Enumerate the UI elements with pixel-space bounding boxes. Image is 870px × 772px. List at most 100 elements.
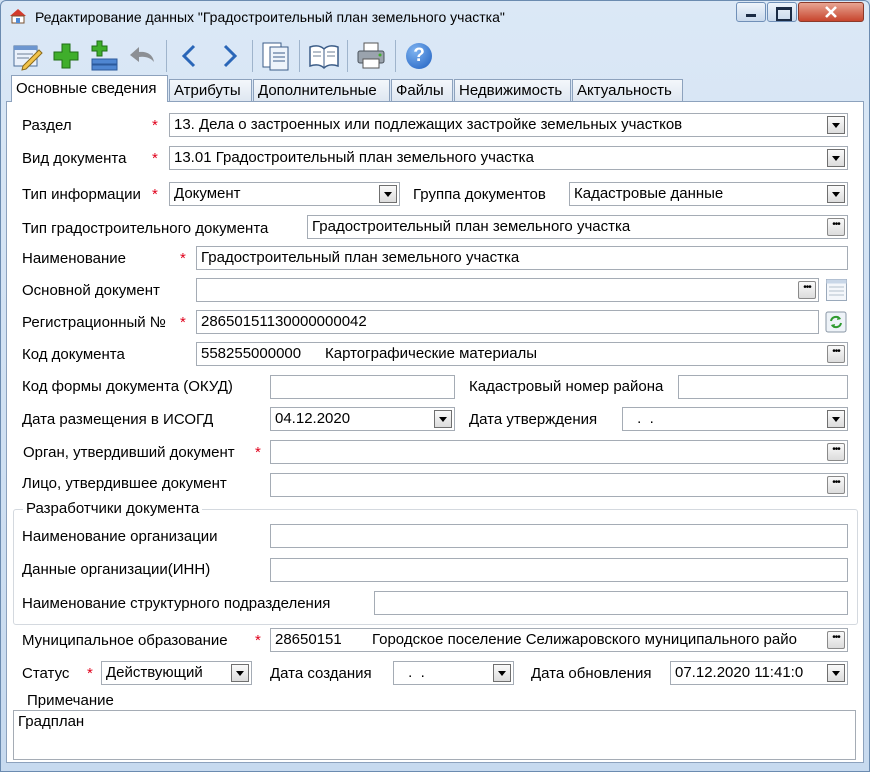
chevron-down-icon[interactable] — [827, 149, 845, 167]
chevron-down-icon[interactable] — [827, 116, 845, 134]
name-value: Градостроительный план земельного участк… — [201, 249, 520, 266]
main-doc-label: Основной документ — [22, 282, 160, 299]
doc-kind-select[interactable]: 13.01 Градостроительный план земельного … — [169, 146, 848, 170]
info-type-value: Документ — [174, 185, 241, 202]
tab-label: Основные сведения — [16, 80, 157, 97]
reg-number-value: 28650151130000000042 — [201, 313, 367, 330]
created-date-value: . . — [404, 664, 425, 681]
main-doc-field[interactable]: ••• — [196, 278, 819, 302]
minimize-button[interactable] — [736, 2, 766, 22]
forward-arrow-icon[interactable] — [213, 40, 245, 72]
info-type-select[interactable]: Документ — [169, 182, 400, 206]
name-label: Наименование — [22, 250, 126, 267]
doc-code-field[interactable]: 558255000000 Картографические материалы … — [196, 342, 848, 366]
updated-date-picker[interactable]: 07.12.2020 11:41:0 — [670, 661, 848, 685]
developers-group-title: Разработчики документа — [23, 500, 203, 517]
editor-window: Редактирование данных "Градостроительный… — [0, 0, 870, 772]
section-select[interactable]: 13. Дела о застроенных или подлежащих за… — [169, 113, 848, 137]
updated-date-value: 07.12.2020 11:41:0 — [675, 664, 804, 681]
tab-attributes[interactable]: Атрибуты — [169, 79, 252, 101]
undo-icon[interactable] — [127, 40, 159, 72]
edit-icon[interactable] — [11, 40, 43, 72]
created-date-picker[interactable]: . . — [393, 661, 514, 685]
reg-number-input[interactable]: 28650151130000000042 — [196, 310, 819, 334]
ellipsis-icon[interactable]: ••• — [827, 218, 845, 236]
tab-main-info[interactable]: Основные сведения — [11, 75, 168, 102]
approval-date-picker[interactable]: . . — [622, 407, 848, 431]
chevron-down-icon[interactable] — [827, 664, 845, 682]
ellipsis-icon[interactable]: ••• — [798, 281, 816, 299]
printer-icon[interactable] — [355, 40, 387, 72]
org-name-label: Наименование организации — [22, 528, 218, 545]
note-textarea[interactable]: Градплан — [13, 710, 856, 760]
approving-person-field[interactable]: ••• — [270, 473, 848, 497]
approval-date-label: Дата утверждения — [469, 411, 598, 428]
minimize-icon — [746, 14, 756, 17]
book-icon[interactable] — [308, 40, 340, 72]
tab-actuality[interactable]: Актуальность — [572, 79, 683, 101]
toolbar: ? — [6, 36, 866, 76]
urban-doc-type-label: Тип градостроительного документа — [22, 220, 269, 237]
placement-date-label: Дата размещения в ИСОГД — [22, 411, 214, 428]
note-value: Градплан — [18, 713, 85, 730]
section-label: Раздел — [22, 117, 72, 134]
chevron-down-icon[interactable] — [827, 410, 845, 428]
doc-group-label: Группа документов — [413, 186, 546, 203]
add-record-icon[interactable] — [88, 40, 120, 72]
help-icon[interactable]: ? — [403, 40, 435, 72]
ellipsis-icon[interactable]: ••• — [827, 345, 845, 363]
maximize-icon — [776, 7, 792, 21]
toolbar-separator — [299, 40, 300, 72]
required-mark: * — [152, 117, 158, 134]
placement-date-picker[interactable]: 04.12.2020 — [270, 407, 455, 431]
name-input[interactable]: Градостроительный план земельного участк… — [196, 246, 848, 270]
approving-body-field[interactable]: ••• — [270, 440, 848, 464]
tab-label: Атрибуты — [174, 82, 241, 99]
chevron-down-icon[interactable] — [231, 664, 249, 682]
tab-files[interactable]: Файлы — [391, 79, 453, 101]
status-value: Действующий — [106, 664, 203, 681]
doc-kind-value: 13.01 Градостроительный план земельного … — [174, 149, 534, 166]
tab-real-estate[interactable]: Недвижимость — [454, 79, 571, 101]
maximize-button[interactable] — [767, 2, 797, 22]
window-title: Редактирование данных "Градостроительный… — [35, 9, 505, 25]
ellipsis-icon[interactable]: ••• — [827, 631, 845, 649]
required-mark: * — [87, 665, 93, 682]
toolbar-separator — [395, 40, 396, 72]
back-arrow-icon[interactable] — [174, 40, 206, 72]
org-inn-input[interactable] — [270, 558, 848, 582]
org-inn-label: Данные организации(ИНН) — [22, 561, 211, 578]
chevron-down-icon[interactable] — [379, 185, 397, 203]
chevron-down-icon[interactable] — [493, 664, 511, 682]
required-mark: * — [255, 444, 261, 461]
district-cadastral-label: Кадастровый номер района — [469, 378, 664, 395]
close-icon — [825, 6, 837, 18]
municipality-label: Муниципальное образование — [22, 632, 228, 649]
ellipsis-icon[interactable]: ••• — [827, 476, 845, 494]
doc-group-select[interactable]: Кадастровые данные — [569, 182, 848, 206]
required-mark: * — [180, 250, 186, 267]
close-button[interactable] — [798, 2, 864, 22]
district-cadastral-input[interactable] — [678, 375, 848, 399]
refresh-number-icon[interactable] — [825, 311, 847, 333]
municipality-field[interactable]: 28650151 Городское поселение Селижаровск… — [270, 628, 848, 652]
doc-code-label: Код документа — [22, 346, 125, 363]
required-mark: * — [255, 632, 261, 649]
status-select[interactable]: Действующий — [101, 661, 252, 685]
urban-doc-type-field[interactable]: Градостроительный план земельного участк… — [307, 215, 848, 239]
chevron-down-icon[interactable] — [827, 185, 845, 203]
document-list-icon[interactable] — [825, 278, 848, 302]
org-name-input[interactable] — [270, 524, 848, 548]
dept-name-input[interactable] — [374, 591, 848, 615]
documents-icon[interactable] — [260, 40, 292, 72]
chevron-down-icon[interactable] — [434, 410, 452, 428]
add-icon[interactable] — [50, 40, 82, 72]
dept-name-label: Наименование структурного подразделения — [22, 595, 331, 612]
approval-date-value: . . — [633, 410, 654, 427]
ellipsis-icon[interactable]: ••• — [827, 443, 845, 461]
created-date-label: Дата создания — [270, 665, 372, 682]
tab-label: Файлы — [396, 82, 444, 99]
okud-input[interactable] — [270, 375, 455, 399]
tab-additional[interactable]: Дополнительные — [253, 79, 390, 101]
section-value: 13. Дела о застроенных или подлежащих за… — [174, 116, 683, 133]
